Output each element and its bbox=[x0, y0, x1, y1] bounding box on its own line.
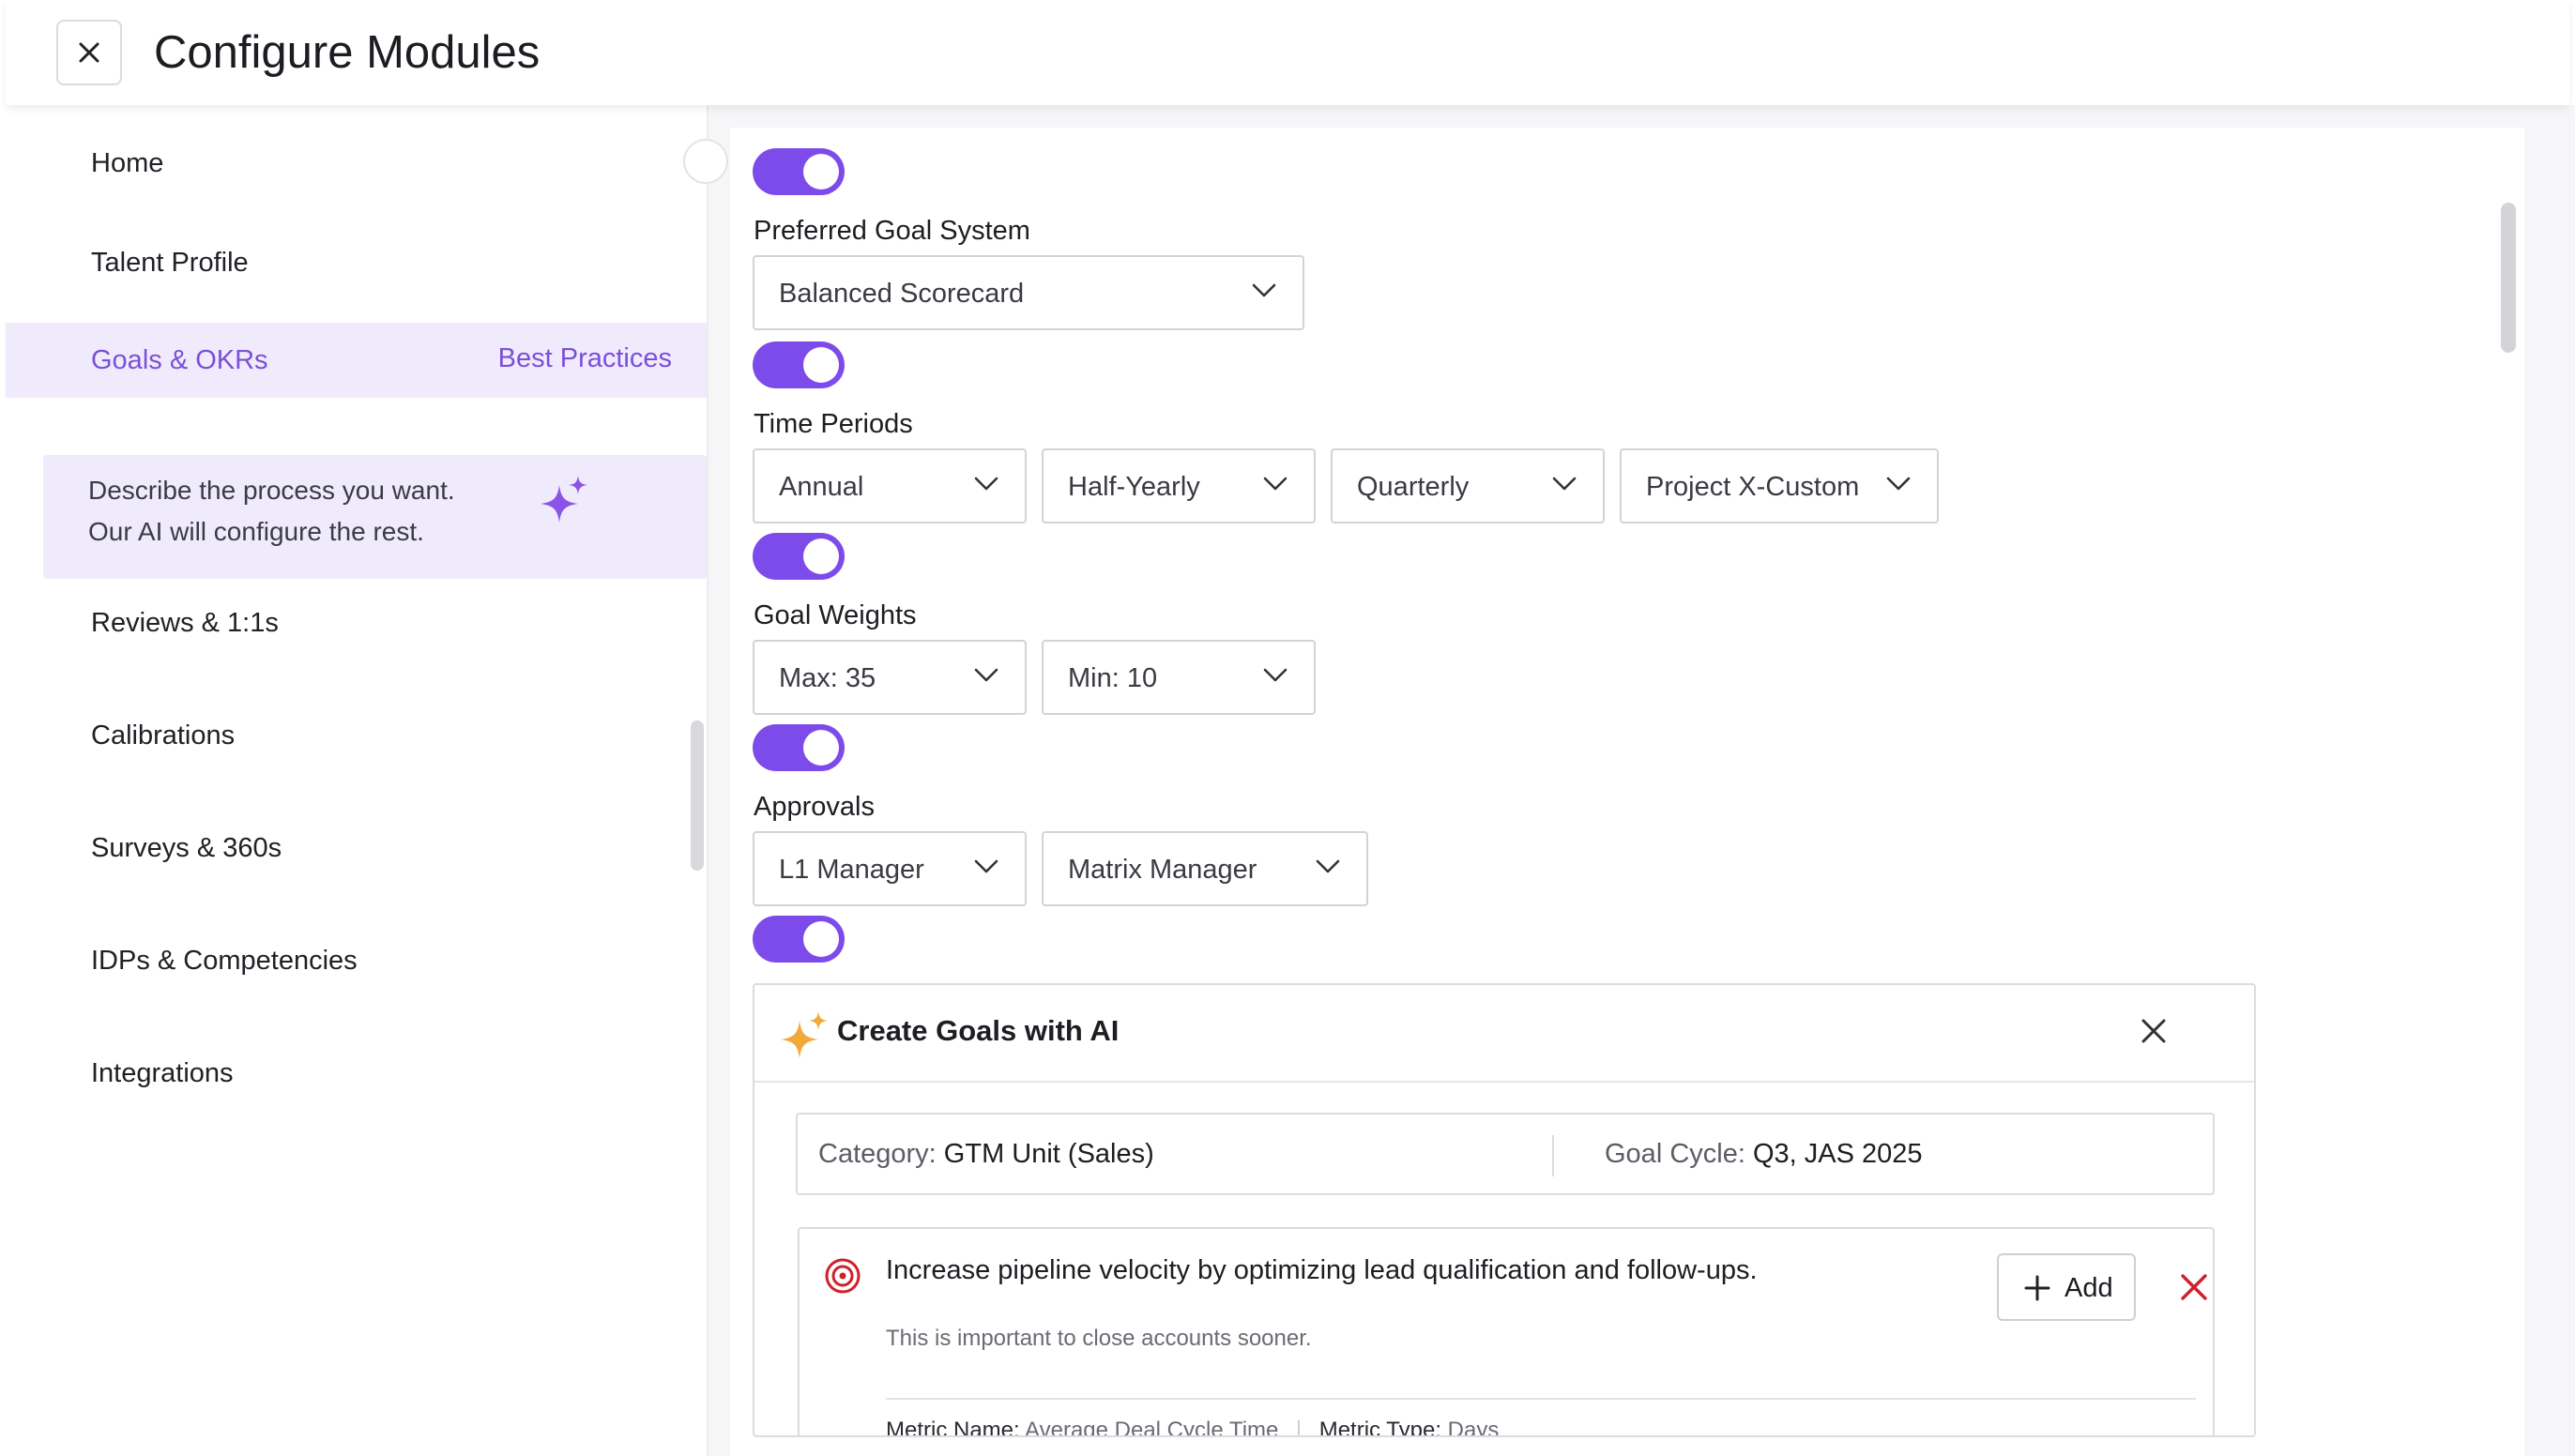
category-value: GTM Unit (Sales) bbox=[943, 1139, 1154, 1169]
sidebar-item-reviews[interactable]: Reviews & 1:1s bbox=[91, 606, 279, 640]
ai-describe-prompt[interactable]: Describe the process you want. Our AI wi… bbox=[43, 455, 707, 579]
select-value: Matrix Manager bbox=[1068, 855, 1257, 885]
main-scrollbar[interactable] bbox=[2501, 203, 2516, 353]
sidebar-scrollbar[interactable] bbox=[691, 720, 704, 871]
create-goals-ai-card: Create Goals with AI Category: GTM Unit … bbox=[753, 983, 2256, 1437]
goal-weights-label: Goal Weights bbox=[754, 600, 917, 630]
add-button-label: Add bbox=[2065, 1273, 2113, 1303]
approval-l1-select[interactable]: L1 Manager bbox=[753, 831, 1027, 906]
toggle-knob bbox=[803, 154, 839, 190]
plus-icon bbox=[2024, 1275, 2050, 1301]
suggested-goal: Increase pipeline velocity by optimizing… bbox=[798, 1227, 2215, 1437]
page-title: Configure Modules bbox=[154, 27, 541, 78]
sidebar-item-goals-okrs[interactable]: Goals & OKRs Best Practices bbox=[6, 323, 707, 398]
goal-title: Increase pipeline velocity by optimizing… bbox=[886, 1255, 1758, 1285]
toggle-knob bbox=[803, 921, 839, 957]
metric-type-value: Days bbox=[1447, 1418, 1500, 1437]
best-practices-link[interactable]: Best Practices bbox=[498, 341, 672, 375]
close-icon bbox=[79, 42, 99, 63]
select-value: Half-Yearly bbox=[1068, 472, 1200, 502]
select-value: L1 Manager bbox=[779, 855, 924, 885]
approvals-label: Approvals bbox=[754, 792, 875, 822]
goal-weight-min-select[interactable]: Min: 10 bbox=[1042, 640, 1316, 715]
approvals-toggle[interactable] bbox=[753, 916, 845, 963]
chevron-down-icon bbox=[1263, 477, 1288, 491]
goal-weights-toggle[interactable] bbox=[753, 724, 845, 771]
chevron-down-icon bbox=[974, 477, 998, 491]
select-value: Min: 10 bbox=[1068, 663, 1158, 693]
sparkle-icon bbox=[781, 1011, 828, 1058]
sidebar-item-idps[interactable]: IDPs & Competencies bbox=[91, 944, 358, 978]
toggle-knob bbox=[803, 730, 839, 766]
goal-cycle-info: Goal Cycle: Q3, JAS 2025 bbox=[1605, 1137, 1923, 1171]
ai-prompt-line-1: Describe the process you want. bbox=[88, 476, 455, 505]
sidebar-item-surveys[interactable]: Surveys & 360s bbox=[91, 831, 282, 865]
add-goal-button[interactable]: Add bbox=[1997, 1253, 2136, 1321]
chevron-down-icon bbox=[1552, 477, 1577, 491]
time-period-select-annual[interactable]: Annual bbox=[753, 448, 1027, 523]
card-header: Create Goals with AI bbox=[754, 985, 2254, 1083]
goal-system-toggle[interactable] bbox=[753, 341, 845, 388]
goal-weight-max-select[interactable]: Max: 35 bbox=[753, 640, 1027, 715]
chevron-down-icon bbox=[1316, 859, 1340, 873]
goal-cycle-value: Q3, JAS 2025 bbox=[1752, 1139, 1923, 1169]
metric-name-label: Metric Name: bbox=[886, 1418, 1020, 1437]
sidebar-item-talent-profile[interactable]: Talent Profile bbox=[91, 246, 249, 280]
divider bbox=[1552, 1135, 1554, 1176]
goal-cycle-label: Goal Cycle: bbox=[1605, 1139, 1745, 1169]
select-value: Project X-Custom bbox=[1646, 472, 1860, 502]
time-periods-toggle[interactable] bbox=[753, 533, 845, 580]
sidebar: Home Talent Profile Goals & OKRs Best Pr… bbox=[6, 105, 709, 1456]
sparkle-icon bbox=[541, 476, 587, 523]
chevron-down-icon bbox=[1263, 668, 1288, 682]
ai-prompt-line-2: Our AI will configure the rest. bbox=[88, 517, 424, 546]
close-button[interactable] bbox=[56, 20, 122, 85]
goal-system-label: Preferred Goal System bbox=[754, 216, 1030, 246]
chevron-down-icon bbox=[1886, 477, 1911, 491]
sidebar-collapse-handle[interactable] bbox=[683, 139, 728, 184]
goal-description: This is important to close accounts soon… bbox=[886, 1326, 1312, 1351]
remove-goal-icon[interactable] bbox=[2179, 1272, 2209, 1302]
chevron-down-icon bbox=[974, 859, 998, 873]
time-period-select-quarterly[interactable]: Quarterly bbox=[1331, 448, 1605, 523]
select-value: Quarterly bbox=[1357, 472, 1470, 502]
select-value: Balanced Scorecard bbox=[779, 279, 1025, 309]
goal-metrics: Metric Name: Average Deal Cycle Time Met… bbox=[886, 1417, 1500, 1437]
module-toggle[interactable] bbox=[753, 148, 845, 195]
goal-context-bar: Category: GTM Unit (Sales) Goal Cycle: Q… bbox=[796, 1113, 2215, 1195]
chevron-down-icon bbox=[974, 668, 998, 682]
sidebar-item-calibrations[interactable]: Calibrations bbox=[91, 719, 235, 752]
sidebar-item-home[interactable]: Home bbox=[91, 146, 163, 180]
metric-name-value: Average Deal Cycle Time bbox=[1025, 1418, 1279, 1437]
target-icon bbox=[825, 1258, 861, 1294]
divider bbox=[886, 1398, 2196, 1400]
sidebar-item-label: Goals & OKRs bbox=[91, 345, 268, 375]
top-bar: Configure Modules bbox=[6, 0, 2569, 105]
sidebar-item-integrations[interactable]: Integrations bbox=[91, 1056, 234, 1090]
time-periods-label: Time Periods bbox=[754, 409, 913, 439]
approval-matrix-select[interactable]: Matrix Manager bbox=[1042, 831, 1368, 906]
toggle-knob bbox=[803, 538, 839, 574]
divider bbox=[1298, 1419, 1301, 1435]
select-value: Annual bbox=[779, 472, 864, 502]
select-value: Max: 35 bbox=[779, 663, 876, 693]
category-label: Category: bbox=[818, 1139, 937, 1169]
close-icon[interactable] bbox=[2140, 1017, 2168, 1045]
card-title: Create Goals with AI bbox=[837, 1014, 1120, 1047]
chevron-down-icon bbox=[1252, 283, 1276, 297]
time-period-select-half-yearly[interactable]: Half-Yearly bbox=[1042, 448, 1316, 523]
metric-type-label: Metric Type: bbox=[1318, 1418, 1441, 1437]
category-info: Category: GTM Unit (Sales) bbox=[818, 1137, 1154, 1171]
time-period-select-custom[interactable]: Project X-Custom bbox=[1620, 448, 1939, 523]
toggle-knob bbox=[803, 347, 839, 383]
goal-system-select[interactable]: Balanced Scorecard bbox=[753, 255, 1304, 330]
